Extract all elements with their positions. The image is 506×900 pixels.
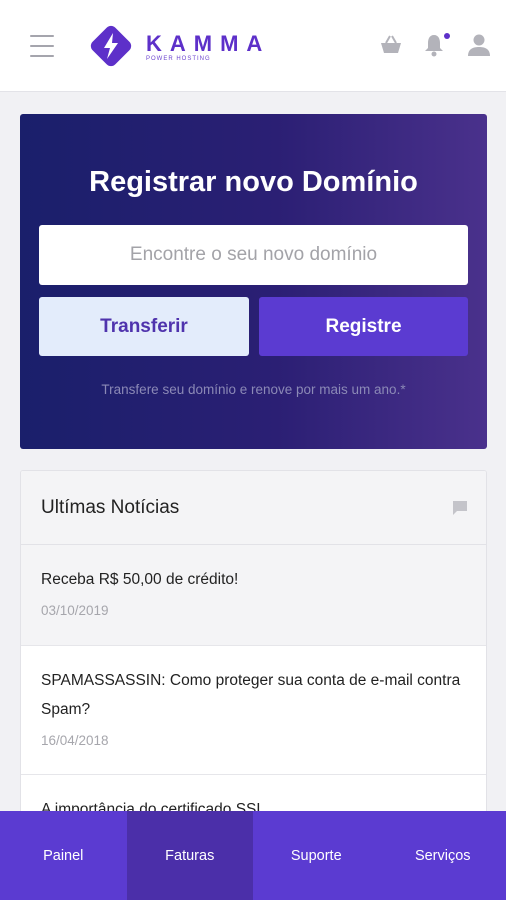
news-item[interactable]: SPAMASSASSIN: Como proteger sua conta de… — [21, 646, 486, 775]
menu-icon[interactable] — [30, 35, 54, 59]
nav-painel[interactable]: Painel — [0, 811, 127, 900]
nav-servicos[interactable]: Serviços — [380, 811, 506, 900]
comment-icon — [453, 501, 467, 515]
logo-icon — [90, 25, 132, 67]
domain-register-panel: Registrar novo Domínio Transferir Regist… — [20, 114, 487, 449]
news-item-date: 03/10/2019 — [41, 603, 109, 618]
nav-faturas[interactable]: Faturas — [126, 811, 253, 900]
news-item-title: SPAMASSASSIN: Como proteger sua conta de… — [41, 672, 461, 718]
news-item[interactable]: Receba R$ 50,00 de crédito! 03/10/2019 — [21, 545, 486, 646]
domain-search-input[interactable] — [39, 225, 468, 285]
bottom-navigation: Painel Faturas Suporte Serviços — [0, 811, 506, 900]
hero-title: Registrar novo Domínio — [89, 166, 418, 198]
basket-icon[interactable] — [378, 32, 404, 58]
news-title: Ultímas Notícias — [41, 497, 180, 518]
logo-subtitle: POWER HOSTING — [146, 56, 211, 62]
news-item-date: 16/04/2018 — [41, 733, 109, 748]
news-item-title: Receba R$ 50,00 de crédito! — [41, 571, 239, 588]
transfer-button[interactable]: Transferir — [39, 297, 249, 356]
nav-suporte[interactable]: Suporte — [253, 811, 380, 900]
hero-note: Transfere seu domínio e renove por mais … — [101, 382, 406, 397]
notification-dot — [444, 33, 450, 39]
user-icon[interactable] — [466, 32, 492, 58]
register-button[interactable]: Registre — [259, 297, 468, 356]
app-header: KAMMA POWER HOSTING — [0, 0, 506, 92]
logo-text: KAMMA — [146, 31, 271, 56]
news-header: Ultímas Notícias — [21, 471, 486, 545]
